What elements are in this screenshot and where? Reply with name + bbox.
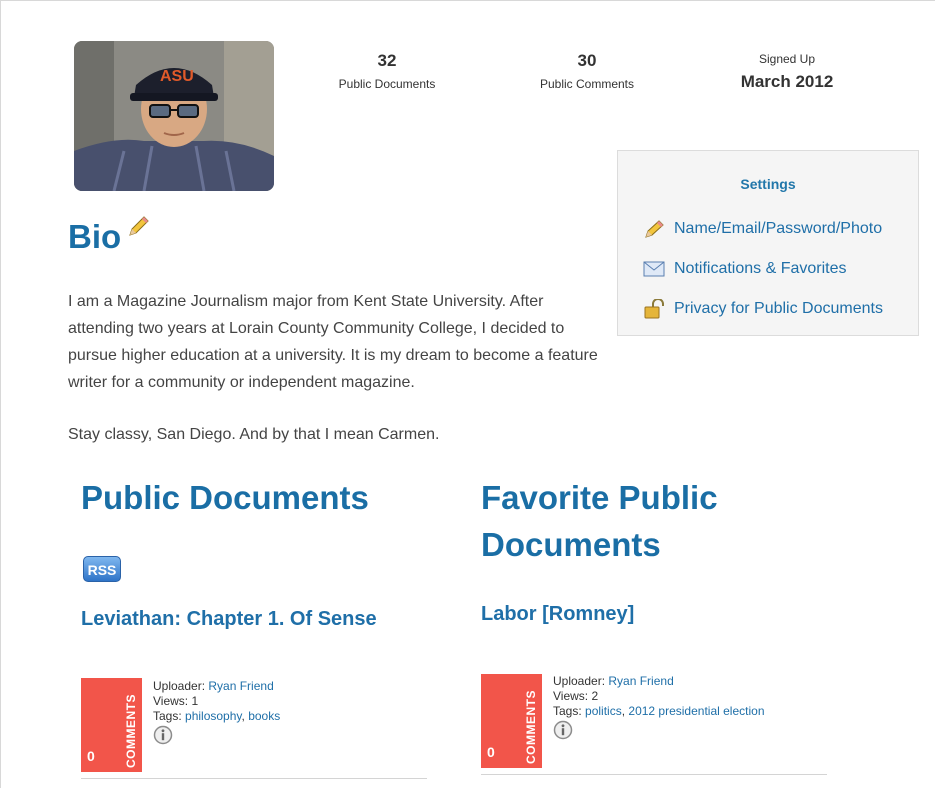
comments-count: 0	[87, 748, 95, 764]
stat-documents-count: 32	[377, 51, 397, 70]
pencil-icon	[642, 219, 666, 239]
stat-signup-date: March 2012	[740, 72, 834, 91]
top-border	[0, 0, 935, 1]
stat-signed-up: Signed Up March 2012	[687, 52, 887, 92]
left-border	[0, 0, 1, 788]
favorite-document-title-link[interactable]: Labor [Romney]	[481, 603, 634, 626]
info-icon[interactable]	[553, 720, 573, 740]
settings-name-email-password-photo[interactable]: Name/Email/Password/Photo	[642, 219, 882, 239]
settings-item-label: Name/Email/Password/Photo	[674, 220, 883, 237]
comments-count-badge[interactable]: COMMENTS 0	[81, 678, 142, 772]
document-divider	[481, 774, 827, 775]
comments-count-badge[interactable]: COMMENTS 0	[481, 674, 542, 768]
stat-public-documents: 32 Public Documents	[287, 51, 487, 91]
uploader-link[interactable]: Ryan Friend	[208, 679, 273, 693]
settings-notifications-favorites[interactable]: Notifications & Favorites	[642, 259, 847, 279]
settings-title: Settings	[740, 176, 796, 192]
favorite-heading-line2: Documents	[481, 526, 661, 563]
tag-link[interactable]: books	[248, 709, 280, 723]
bio-heading: Bio	[68, 218, 122, 255]
stat-documents-label: Public Documents	[338, 77, 436, 91]
favorite-documents-heading: Favorite Public Documents	[481, 474, 718, 568]
tag-link[interactable]: politics	[585, 704, 622, 718]
stat-public-comments: 30 Public Comments	[487, 51, 687, 91]
rss-feed-button[interactable]: RSS	[83, 556, 121, 582]
settings-privacy-public-documents[interactable]: Privacy for Public Documents	[642, 299, 883, 319]
tags-label: Tags:	[553, 704, 582, 718]
public-document-title-link[interactable]: Leviathan: Chapter 1. Of Sense	[81, 608, 377, 631]
comments-count: 0	[487, 744, 495, 760]
uploader-label: Uploader:	[153, 679, 206, 693]
favorite-document-meta: Uploader: Ryan Friend Views: 2 Tags: pol…	[553, 674, 765, 718]
uploader-link[interactable]: Ryan Friend	[608, 674, 673, 688]
document-divider	[81, 778, 427, 779]
comments-label: COMMENTS	[124, 694, 138, 768]
bio-quote: Stay classy, San Diego. And by that I me…	[68, 426, 440, 443]
tag-link[interactable]: 2012 presidential election	[628, 704, 764, 718]
comments-label: COMMENTS	[524, 690, 538, 764]
public-documents-heading: Public Documents	[81, 479, 369, 516]
views-count: Views: 1	[153, 694, 199, 708]
edit-bio-pencil-icon[interactable]	[126, 214, 150, 238]
uploader-label: Uploader:	[553, 674, 606, 688]
views-count: Views: 2	[553, 689, 599, 703]
settings-item-label: Notifications & Favorites	[674, 260, 847, 277]
envelope-icon	[642, 259, 666, 279]
stat-comments-count: 30	[577, 51, 597, 70]
settings-panel: Settings Name/Email/Password/Photo Notif…	[617, 150, 919, 336]
svg-text:ASU: ASU	[160, 68, 194, 85]
padlock-icon	[642, 299, 666, 319]
public-document-meta: Uploader: Ryan Friend Views: 1 Tags: phi…	[153, 679, 281, 723]
info-icon[interactable]	[153, 725, 173, 745]
bio-paragraph: I am a Magazine Journalism major from Ke…	[68, 293, 598, 391]
stat-signup-label: Signed Up	[758, 52, 816, 66]
tags-label: Tags:	[153, 709, 182, 723]
favorite-heading-line1: Favorite Public	[481, 479, 718, 516]
avatar: ASU	[74, 41, 274, 191]
tag-link[interactable]: philosophy	[185, 709, 241, 723]
settings-item-label: Privacy for Public Documents	[674, 300, 883, 317]
stat-comments-label: Public Comments	[539, 77, 635, 91]
